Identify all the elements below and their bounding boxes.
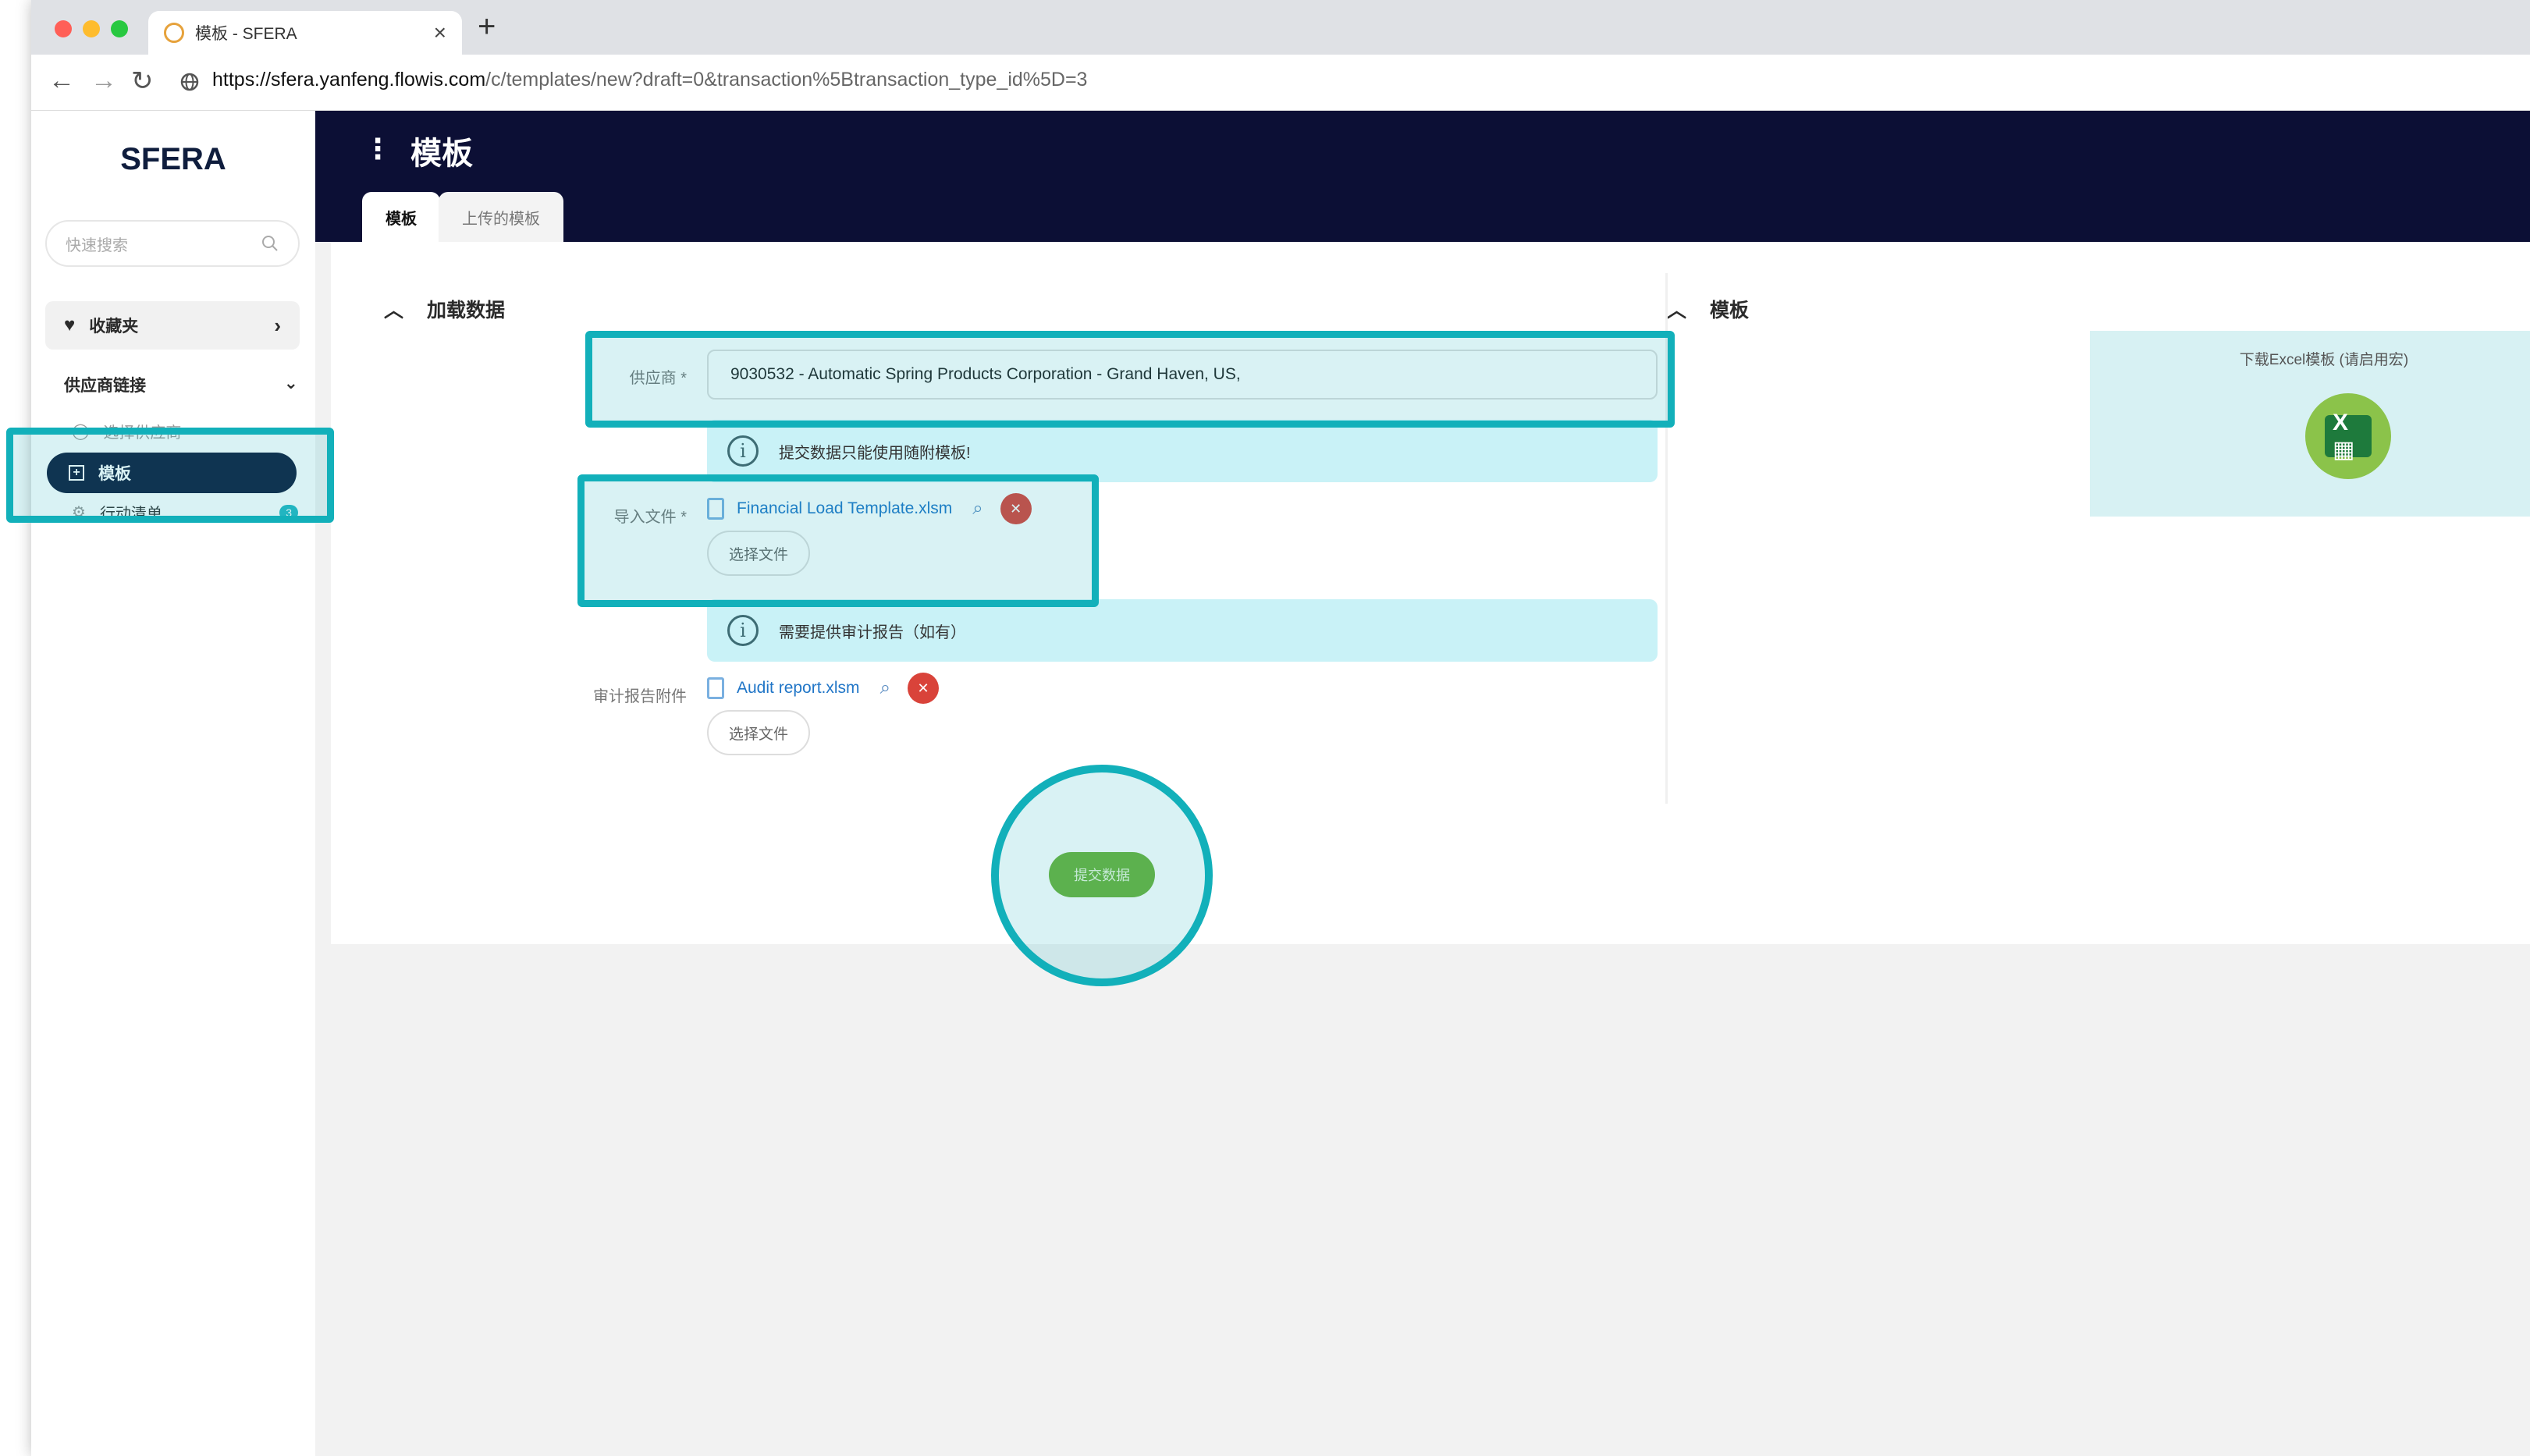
window-controls	[55, 20, 128, 37]
button-label: 选择文件	[728, 726, 788, 743]
sidebar-item-label: 收藏夹	[89, 318, 139, 336]
section-load-data[interactable]: ︿ 加载数据	[384, 295, 505, 323]
highlight-submit	[991, 765, 1213, 986]
tab-strip: 模板 - SFERA × +	[31, 0, 2530, 55]
zoom-window-button[interactable]	[111, 20, 128, 37]
search-icon	[262, 236, 278, 251]
logo: SFERA	[120, 142, 226, 176]
site-info-icon[interactable]	[179, 72, 200, 92]
audit-report-label: 审计报告附件	[593, 688, 687, 705]
info-icon: i	[727, 435, 759, 467]
info-banner-audit: i 需要提供审计报告（如有）	[707, 599, 1658, 662]
page-header: ⋮ 模板 模板 上传的模板	[315, 111, 2530, 242]
browser-window: 模板 - SFERA × + ← → ↻ https://sfera.yanfe…	[6, 0, 2530, 1456]
search-placeholder: 快速搜索	[66, 236, 128, 254]
favicon-icon	[164, 23, 184, 43]
tab-title: 模板 - SFERA	[195, 25, 297, 43]
section-title: 模板	[1710, 300, 1750, 321]
close-window-button[interactable]	[55, 20, 72, 37]
section-title: 加载数据	[427, 300, 506, 321]
kebab-menu-icon[interactable]: ⋮	[364, 133, 392, 165]
highlight-supplier	[585, 331, 1675, 428]
download-label: 下载Excel模板 (请启用宏)	[2239, 352, 2409, 368]
sidebar: SFERA 快速搜索 ♥ 收藏夹 › 供应商链接 ⌄ ◯ 选择供应商 + 模板 …	[31, 111, 315, 1456]
page-title: 模板	[410, 137, 473, 171]
preview-search-icon[interactable]: ⌕	[880, 677, 890, 699]
file-icon	[707, 677, 724, 699]
tab-label: 模板	[386, 210, 417, 228]
tab-label: 上传的模板	[462, 210, 540, 228]
chevron-up-icon: ︿	[1667, 300, 1687, 321]
chevron-up-icon: ︿	[384, 300, 404, 321]
info-banner-template: i 提交数据只能使用随附模板!	[707, 420, 1658, 482]
heart-icon: ♥	[64, 314, 76, 336]
highlight-import-file	[577, 474, 1099, 607]
delete-file-button[interactable]: ✕	[908, 673, 940, 704]
tab-uploaded-templates[interactable]: 上传的模板	[439, 192, 563, 242]
audit-file-item: Audit report.xlsm ⌕ ✕	[707, 673, 940, 704]
excel-sheet-icon: X ▦	[2325, 410, 2372, 463]
highlight-templates-menu	[6, 428, 334, 523]
address-bar: ← → ↻ https://sfera.yanfeng.flowis.com/c…	[31, 55, 2530, 111]
tab-close-icon[interactable]: ×	[434, 20, 446, 45]
excel-icon[interactable]: X ▦	[2305, 393, 2391, 479]
section-templates[interactable]: ︿ 模板	[1667, 295, 1749, 323]
url-host: https://sfera.yanfeng.flowis.com	[212, 69, 486, 91]
info-text: 需要提供审计报告（如有）	[779, 623, 966, 641]
audit-file-link[interactable]: Audit report.xlsm	[737, 679, 860, 698]
new-tab-button[interactable]: +	[478, 9, 496, 44]
url-path: /c/templates/new?draft=0&transaction%5Bt…	[485, 69, 1088, 91]
chevron-right-icon: ›	[274, 313, 281, 337]
quick-search-input[interactable]: 快速搜索	[45, 220, 300, 267]
download-template-panel[interactable]: 下载Excel模板 (请启用宏) X ▦	[2090, 331, 2530, 517]
sidebar-item-favorites[interactable]: ♥ 收藏夹 ›	[45, 301, 300, 350]
reload-icon[interactable]: ↻	[131, 66, 154, 97]
chevron-down-icon: ⌄	[283, 373, 298, 392]
info-icon: i	[727, 615, 759, 646]
info-text: 提交数据只能使用随附模板!	[779, 444, 971, 462]
sidebar-group-supplier-links[interactable]: 供应商链接 ⌄	[64, 373, 298, 396]
back-icon[interactable]: ←	[48, 66, 75, 96]
sidebar-group-label: 供应商链接	[64, 377, 146, 395]
url-field[interactable]: https://sfera.yanfeng.flowis.com/c/templ…	[212, 69, 1087, 91]
tab-templates[interactable]: 模板	[362, 192, 440, 242]
choose-audit-file-button[interactable]: 选择文件	[707, 710, 810, 755]
minimize-window-button[interactable]	[83, 20, 100, 37]
browser-tab[interactable]: 模板 - SFERA ×	[148, 11, 462, 55]
forward-icon[interactable]: →	[91, 66, 117, 96]
